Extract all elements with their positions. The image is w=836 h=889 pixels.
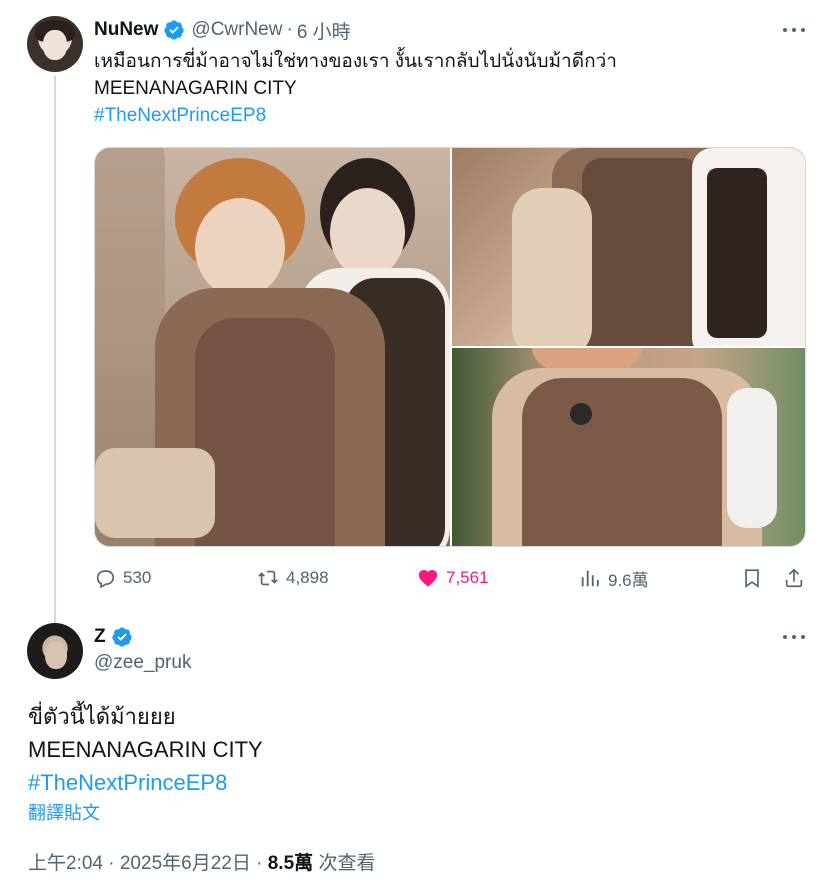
thread-connector-line: [54, 76, 56, 624]
views-icon: [581, 570, 599, 587]
media-photo-2[interactable]: [452, 148, 805, 346]
like-icon: [418, 570, 438, 587]
tweet1-text: เหมือนการขี่ม้าอาจไม่ใช่ทางของเรา งั้นเร…: [94, 48, 617, 129]
tweet2-meta: 上午2:04 · 2025年6月22日 · 8.5萬 次查看: [28, 848, 375, 875]
tweet2-text-line2: MEENANAGARIN CITY: [28, 737, 263, 762]
avatar-zee[interactable]: [27, 623, 83, 679]
tweet1-media-grid: [94, 147, 806, 547]
share-icon: [785, 568, 803, 588]
more-icon[interactable]: [783, 18, 805, 42]
tweet1-header: NuNew @CwrNew · 6 小時: [94, 17, 351, 43]
tweet2-display-name[interactable]: Z: [94, 626, 106, 648]
tweet2-text: ขี่ตัวนี้ได้ม้ายยย MEENANAGARIN CITY #Th…: [28, 700, 263, 799]
verified-badge-icon: [111, 627, 132, 647]
tweet1-handle[interactable]: @CwrNew: [191, 19, 282, 41]
media-photo-1[interactable]: [95, 148, 450, 546]
views-count: 9.6萬: [608, 570, 649, 590]
bookmark-button[interactable]: [741, 565, 770, 591]
tweet1-display-name[interactable]: NuNew: [94, 19, 158, 41]
repost-count: 4,898: [286, 568, 329, 587]
separator-dot: ·: [286, 19, 293, 40]
like-count: 7,561: [446, 568, 489, 587]
tweet2-timestamp[interactable]: 上午2:04 · 2025年6月22日 ·: [28, 853, 262, 874]
tweet1-text-line2: MEENANAGARIN CITY: [94, 78, 297, 99]
tweet2-text-line1: ขี่ตัวนี้ได้ม้ายยย: [28, 704, 176, 729]
reply-button[interactable]: 530: [94, 565, 151, 591]
more-icon[interactable]: [783, 625, 805, 649]
tweet1-time[interactable]: 6 小時: [297, 17, 351, 44]
views-button[interactable]: 9.6萬: [579, 565, 649, 591]
bookmark-icon: [745, 569, 759, 588]
repost-button[interactable]: 4,898: [257, 565, 329, 591]
avatar-nunew[interactable]: [27, 16, 83, 72]
tweet1-hashtag-link[interactable]: #TheNextPrinceEP8: [94, 102, 617, 129]
repost-icon: [258, 570, 278, 586]
share-button[interactable]: [783, 565, 812, 591]
tweet2-views-count: 8.5萬: [267, 853, 314, 874]
tweet2-header: Z: [94, 624, 133, 650]
verified-badge-icon: [164, 20, 185, 40]
translate-post-link[interactable]: 翻譯貼文: [28, 799, 100, 825]
media-photo-3[interactable]: [452, 348, 805, 546]
tweet1-text-line1: เหมือนการขี่ม้าอาจไม่ใช่ทางของเรา งั้นเร…: [94, 51, 617, 72]
tweet2-handle[interactable]: @zee_pruk: [94, 652, 191, 674]
like-button[interactable]: 7,561: [417, 565, 489, 591]
reply-icon: [96, 570, 115, 589]
tweet2-hashtag-link[interactable]: #TheNextPrinceEP8: [28, 766, 263, 799]
reply-count: 530: [123, 568, 152, 587]
tweet2-views-label: 次查看: [318, 853, 376, 874]
